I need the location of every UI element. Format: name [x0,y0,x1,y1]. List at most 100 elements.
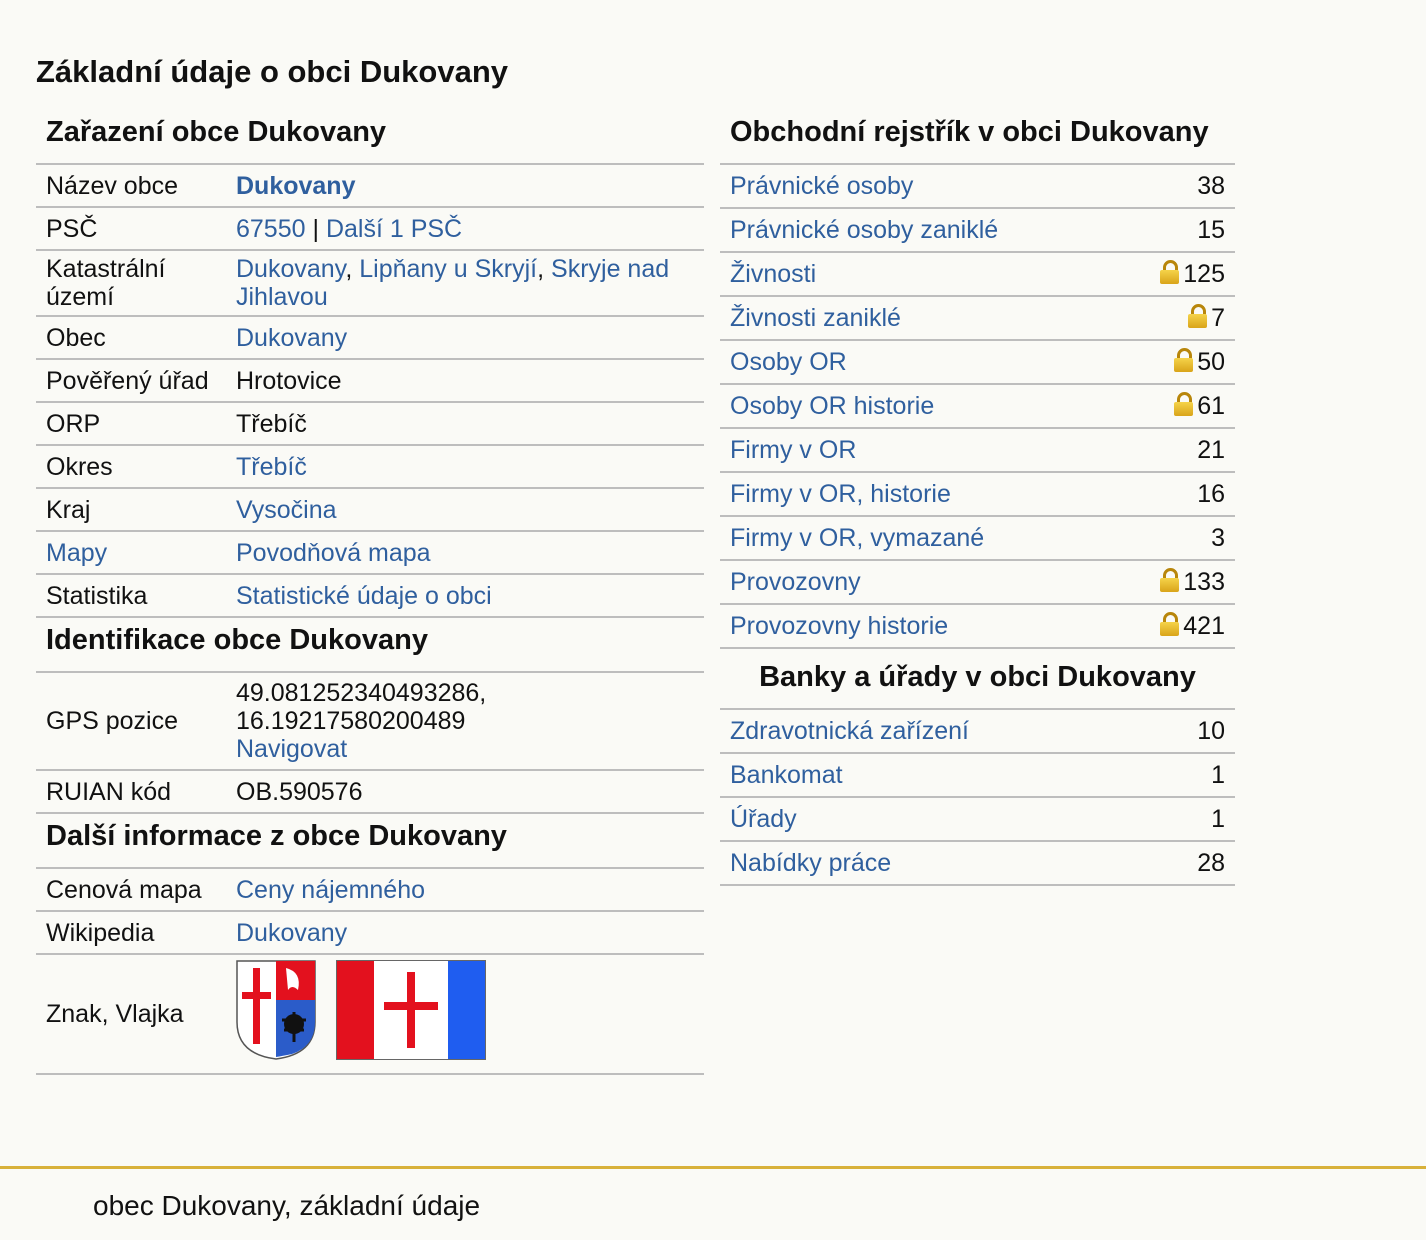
row-count: 125 [1118,252,1235,297]
table-row: Bankomat 1 [720,753,1235,798]
lock-icon [1160,260,1180,284]
label-line: území [46,283,115,311]
table-row: Provozovny 133 [720,560,1235,605]
table-row: RUIAN kód OB.590576 [36,770,704,814]
okres-link[interactable]: Třebíč [236,453,307,481]
footer-divider [0,1166,1426,1169]
obec-name-link[interactable]: Dukovany [236,172,355,200]
count-value: 28 [1197,849,1225,877]
more-psc-link[interactable]: Další 1 PSČ [326,215,462,243]
row-label: PSČ [36,207,226,251]
table-row: Znak, Vlajka [36,954,704,1075]
count-value: 50 [1197,348,1225,376]
table-row: ORP Třebíč [36,402,704,446]
count-value: 125 [1183,260,1225,288]
label-line: Katastrální [46,255,166,283]
count-value: 133 [1183,568,1225,596]
navigovat-link[interactable]: Navigovat [236,735,347,763]
katastr-link-dukovany[interactable]: Dukovany [236,255,345,283]
row-link[interactable]: Firmy v OR [730,436,856,464]
row-count: 21 [1118,428,1235,473]
lock-icon [1160,612,1180,636]
row-link[interactable]: Zdravotnická zařízení [730,717,969,745]
table-row: Živnosti zaniklé 7 [720,296,1235,341]
row-link[interactable]: Provozovny historie [730,612,948,640]
row-label: Okres [36,445,226,489]
row-link[interactable]: Úřady [730,805,797,833]
row-value: Třebíč [226,402,704,446]
lock-icon [1188,304,1208,328]
row-label: Cenová mapa [36,869,226,912]
row-label: Pověřený úřad [36,359,226,403]
table-row: Firmy v OR, vymazané 3 [720,516,1235,561]
psc-link[interactable]: 67550 [236,215,306,243]
row-link[interactable]: Živnosti zaniklé [730,304,901,332]
row-label: ORP [36,402,226,446]
count-value: 16 [1197,480,1225,508]
identifikace-table: GPS pozice 49.081252340493286, 16.1921758… [36,673,704,814]
statistika-link[interactable]: Statistické údaje o obci [236,582,492,610]
row-link[interactable]: Nabídky práce [730,849,891,877]
zarazeni-table: Název obce Dukovany PSČ 67550 | Další 1 … [36,165,704,618]
coat-of-arms-icon[interactable] [236,960,316,1060]
count-value: 421 [1183,612,1225,640]
right-column: Obchodní rejstřík v obci Dukovany Právni… [720,110,1235,886]
identifikace-heading: Identifikace obce Dukovany [36,618,704,673]
row-count: 1 [1154,753,1235,798]
table-row: Provozovny historie 421 [720,604,1235,649]
table-row: Nabídky práce 28 [720,841,1235,886]
table-row: Osoby OR 50 [720,340,1235,385]
dalsi-heading: Další informace z obce Dukovany [36,814,704,869]
banky-table: Zdravotnická zařízení 10 Bankomat 1 Úřady 1 Na… [720,710,1235,886]
row-label: Katastrální území [36,250,226,317]
katastr-link-lipnany[interactable]: Lipňany u Skryjí [359,255,537,283]
count-value: 38 [1197,172,1225,200]
table-row: Katastrální území Dukovany, Lipňany u Skr… [36,250,704,317]
dalsi-table: Cenová mapa Ceny nájemného Wikipedia Duk… [36,869,704,1075]
row-label: Wikipedia [36,911,226,955]
row-link[interactable]: Osoby OR [730,348,847,376]
gps-lat: 49.081252340493286, [236,679,487,707]
row-link[interactable]: Firmy v OR, vymazané [730,524,984,552]
row-link[interactable]: Bankomat [730,761,843,789]
table-row: GPS pozice 49.081252340493286, 16.1921758… [36,673,704,771]
row-link[interactable]: Právnické osoby [730,172,913,200]
banky-heading: Banky a úřady v obci Dukovany [720,655,1235,710]
row-count: 28 [1154,841,1235,886]
row-link[interactable]: Právnické osoby zaniklé [730,216,998,244]
row-label: Kraj [36,488,226,532]
row-count: 3 [1118,516,1235,561]
row-count: 7 [1118,296,1235,341]
row-link[interactable]: Živnosti [730,260,816,288]
row-label: RUIAN kód [36,770,226,814]
table-row: Právnické osoby zaniklé 15 [720,208,1235,253]
ceny-link[interactable]: Ceny nájemného [236,876,425,904]
row-count: 38 [1118,165,1235,209]
row-value: Hrotovice [226,359,704,403]
flag-icon[interactable] [336,960,486,1060]
obec-link[interactable]: Dukovany [236,324,347,352]
table-row: Živnosti 125 [720,252,1235,297]
row-count: 50 [1118,340,1235,385]
row-link[interactable]: Osoby OR historie [730,392,934,420]
table-row: Firmy v OR, historie 16 [720,472,1235,517]
row-link[interactable]: Provozovny [730,568,861,596]
table-row: Zdravotnická zařízení 10 [720,710,1235,754]
ruian-value: OB.590576 [226,770,704,814]
page-title: Základní údaje o obci Dukovany [36,54,508,89]
row-label: Znak, Vlajka [36,954,226,1075]
mapy-link[interactable]: Mapy [46,539,107,567]
povodnova-mapa-link[interactable]: Povodňová mapa [236,539,431,567]
zarazeni-heading: Zařazení obce Dukovany [36,110,704,165]
table-row: Cenová mapa Ceny nájemného [36,869,704,912]
row-link[interactable]: Firmy v OR, historie [730,480,951,508]
row-count: 15 [1118,208,1235,253]
wikipedia-link[interactable]: Dukovany [236,919,347,947]
table-row: Mapy Povodňová mapa [36,531,704,575]
row-count: 421 [1118,604,1235,649]
psc-separator: | [312,214,319,243]
table-row: Název obce Dukovany [36,165,704,208]
kraj-link[interactable]: Vysočina [236,496,337,524]
count-value: 10 [1197,717,1225,745]
row-count: 133 [1118,560,1235,605]
